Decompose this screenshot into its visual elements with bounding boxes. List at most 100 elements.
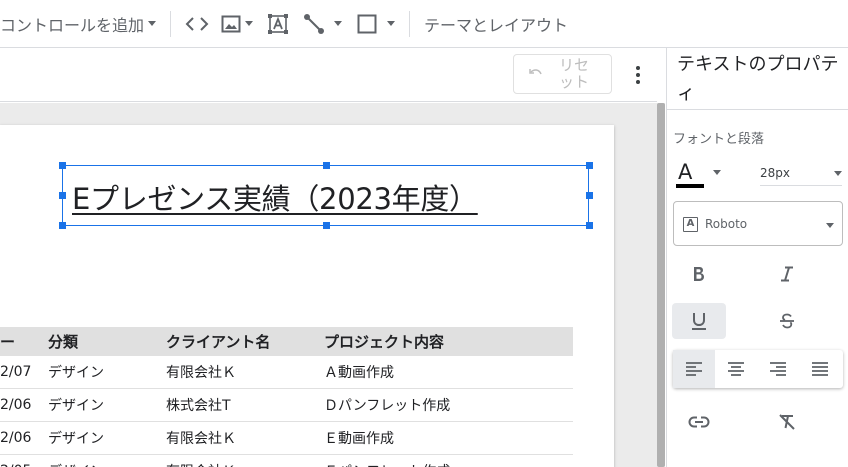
align-center-icon [728,362,744,376]
resize-handle[interactable] [586,222,593,229]
bold-icon [694,267,704,281]
sub-toolbar: リセット [0,48,657,102]
rectangle-icon [357,14,377,33]
image-icon [221,15,241,32]
font-family-select[interactable]: A Roboto [673,201,843,246]
chevron-down-icon [826,223,834,228]
link-icon [688,416,710,428]
align-left-button[interactable] [673,350,715,388]
align-center-button[interactable] [715,350,757,388]
table-header: ー 分類 クライアント名 プロジェクト内容 [0,327,573,356]
resize-handle[interactable] [586,162,593,169]
text-box-icon [268,13,289,34]
data-table[interactable]: ー 分類 クライアント名 プロジェクト内容 2/07 デザイン 有限会社Ｋ Ａ動… [0,327,573,467]
table-cell: 2/06 [0,397,32,413]
resize-handle[interactable] [323,162,330,169]
italic-icon [781,266,793,282]
table-cell: Ａ動画作成 [324,365,394,381]
align-right-icon [770,362,786,376]
table-cell: 2/07 [0,364,32,380]
table-cell: Ｅ動画作成 [324,431,394,447]
clear-format-icon [779,414,795,430]
font-size-value: 28px [760,166,790,180]
theme-layout-button[interactable]: テーマとレイアウト [424,0,568,48]
embed-code-button[interactable] [185,0,209,48]
table-cell: 2/05 [0,455,31,467]
table-cell: デザイン [48,455,104,467]
table-cell: デザイン [48,365,104,381]
italic-button[interactable] [760,256,814,292]
line-button[interactable] [303,0,343,48]
add-control-label: コントロールを追加 [0,15,145,35]
align-right-button[interactable] [757,350,799,388]
table-cell: デザイン [48,431,104,447]
panel-title: テキストのプロパティ [677,54,839,104]
strikethrough-button[interactable] [760,303,814,339]
header-cell[interactable]: プロジェクト内容 [324,327,444,356]
chevron-down-icon [148,21,157,26]
panel-divider [667,109,848,110]
resize-handle[interactable] [59,222,66,229]
table-cell: 株式会社T [166,398,231,414]
toolbar-divider [170,10,172,37]
table-cell: 有限会社Ｋ [166,431,236,447]
font-family-value: Roboto [705,217,748,231]
link-button[interactable] [672,404,726,440]
text-color-button[interactable]: A [676,160,704,188]
text-box-button[interactable] [267,0,289,48]
table-row: 2/06 デザイン 株式会社T Ｄパンフレット作成 [0,389,573,422]
table-cell: 有限会社Ｋ [166,365,236,381]
reset-button[interactable]: リセット [513,54,612,94]
toolbar-divider [409,10,411,37]
report-page[interactable]: Eプレゼンス実績（2023年度） ー 分類 クライアント名 プロジェクト内容 2… [0,125,614,467]
align-left-icon [686,362,702,376]
table-cell: Ｅパンフレット作成 [324,455,450,467]
alignment-group [673,350,843,388]
report-canvas: Eプレゼンス実績（2023年度） ー 分類 クライアント名 プロジェクト内容 2… [0,103,657,467]
canvas-scrollbar[interactable] [657,103,665,467]
more-vert-icon[interactable] [629,62,647,88]
undo-icon [529,69,542,75]
align-justify-button[interactable] [799,350,841,388]
add-control-button[interactable]: コントロールを追加 [0,0,157,48]
line-icon [304,13,325,34]
text-color-icon: A [678,160,693,184]
shape-button[interactable] [356,0,396,48]
scrollbar-thumb[interactable] [657,103,665,467]
text-properties-panel: テキストのプロパティ フォントと段落 A 28px A Roboto [666,48,848,467]
resize-handle[interactable] [59,162,66,169]
chevron-down-icon [334,21,343,26]
chevron-down-icon[interactable] [713,170,721,175]
table-cell: 有限会社Ｋ [166,455,236,467]
table-cell: デザイン [48,398,104,414]
text-color-swatch [676,184,704,188]
header-cell[interactable]: ー [0,327,15,356]
clear-format-button[interactable] [760,404,814,440]
table-row: 2/07 デザイン 有限会社Ｋ Ａ動画作成 [0,356,573,389]
header-cell[interactable]: クライアント名 [166,327,270,356]
section-label-font: フォントと段落 [673,132,765,147]
main-toolbar: コントロールを追加 テーマとレイアウト [0,0,848,48]
strikethrough-icon [780,313,794,329]
resize-handle[interactable] [59,192,66,199]
underline-icon [692,313,706,330]
resize-handle[interactable] [323,222,330,229]
bold-button[interactable] [672,256,726,292]
theme-layout-label: テーマとレイアウト [424,15,569,35]
chevron-down-icon [387,21,396,26]
code-icon [185,16,209,31]
resize-handle[interactable] [586,192,593,199]
table-cell: 2/06 [0,430,32,446]
font-size-select[interactable]: 28px [760,160,842,186]
header-cell[interactable]: 分類 [48,327,78,356]
chevron-down-icon [245,21,254,26]
title-text-box[interactable]: Eプレゼンス実績（2023年度） [59,162,593,229]
table-cell: Ｄパンフレット作成 [324,398,451,414]
table-row: 2/06 デザイン 有限会社Ｋ Ｅ動画作成 [0,422,573,455]
report-title: Eプレゼンス実績（2023年度） [72,182,478,216]
reset-label: リセット [558,56,589,91]
underline-button[interactable] [672,303,726,339]
image-button[interactable] [221,0,254,48]
table-row: 2/05 デザイン 有限会社Ｋ Ｅパンフレット作成 [0,455,573,467]
align-justify-icon [812,362,828,376]
